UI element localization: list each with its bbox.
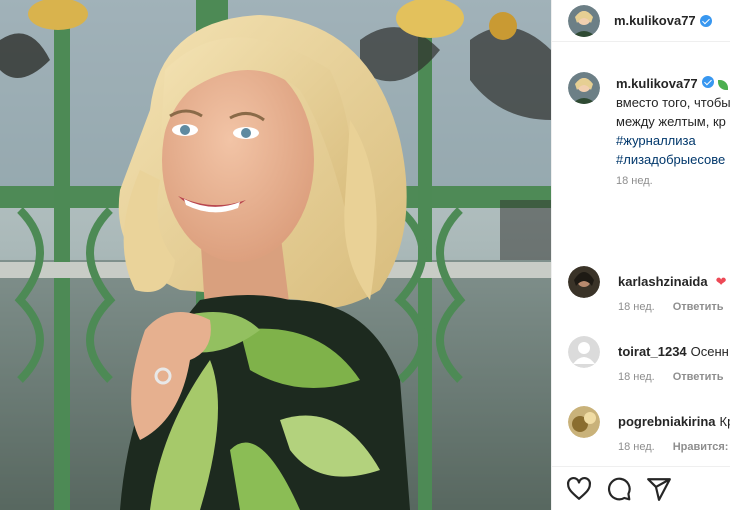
red-heart-emoji-icon: ❤ [715,274,727,289]
post-photo-illustration [0,0,551,510]
comment-meta: 18 нед. Ответить [618,301,724,313]
post-photo[interactable] [0,0,551,510]
post-action-bar [552,466,730,510]
caption-line-2: между желтым, кр [616,114,726,129]
comment-timestamp[interactable]: 18 нед. [618,301,655,313]
comment-username[interactable]: pogrebniakirina [618,414,716,429]
comment-text: Осенн [690,344,729,359]
commenter-avatar[interactable] [568,406,600,438]
heart-icon[interactable] [566,476,592,502]
comment-username[interactable]: toirat_1234 [618,344,687,359]
verified-badge-icon [701,76,714,88]
verified-badge-icon [699,14,712,27]
comment-icon[interactable] [606,476,632,502]
caption-author-avatar[interactable] [568,72,600,104]
comment-line: karlashzinaida ❤ [618,274,727,290]
caption-timestamp[interactable]: 18 нед. [616,175,653,187]
likes-count[interactable]: Нравится: 1 [673,441,730,453]
author-avatar[interactable] [568,4,600,37]
post-header: m.kulikova77 [552,0,730,42]
comment-text: Кр [719,414,730,429]
comment-username[interactable]: karlashzinaida [618,274,708,289]
post-side-panel: m.kulikova77 m.kulikova77 вместо того, ч… [551,0,730,510]
comment-meta: 18 нед. Нравится: 1 [618,441,730,453]
commenter-avatar[interactable] [568,336,600,368]
comment-line: pogrebniakirinaКр [618,414,730,429]
commenter-avatar[interactable] [568,266,600,298]
caption-text-block: m.kulikova77 вместо того, чтобы между же… [616,74,730,169]
hashtag-link[interactable]: #журналлиза [616,131,730,150]
leaf-emoji-icon [717,79,728,90]
caption-line-1: вместо того, чтобы [616,95,730,110]
caption-username[interactable]: m.kulikova77 [616,76,698,91]
share-icon[interactable] [646,476,672,502]
author-username[interactable]: m.kulikova77 [614,13,696,28]
hashtag-link[interactable]: #лизадобрыесове [616,150,730,169]
comment-timestamp[interactable]: 18 нед. [618,441,655,453]
reply-button[interactable]: Ответить [673,371,724,383]
comment-line: toirat_1234 Осенн [618,344,729,359]
reply-button[interactable]: Ответить [673,301,724,313]
comment-meta: 18 нед. Ответить [618,371,724,383]
comment-timestamp[interactable]: 18 нед. [618,371,655,383]
